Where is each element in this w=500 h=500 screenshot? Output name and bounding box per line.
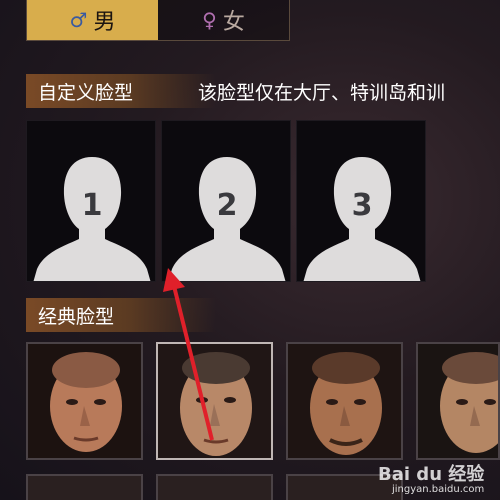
slot-number: 3 <box>352 188 373 223</box>
slot-number: 2 <box>217 188 238 223</box>
custom-face-note: 该脸型仅在大厅、特训岛和训 <box>198 82 446 104</box>
silhouette-icon: 3 <box>303 157 421 281</box>
female-icon: ♀ <box>202 8 217 32</box>
face-portrait <box>418 344 498 458</box>
tab-female[interactable]: ♀ 女 <box>158 0 289 40</box>
custom-face-slot-1[interactable]: 1 <box>26 120 156 282</box>
tab-male-label: 男 <box>93 10 116 35</box>
gender-tabs: ♂ 男 ♀ 女 <box>26 0 290 41</box>
classic-face-6[interactable] <box>156 474 273 500</box>
slot-number: 1 <box>82 188 103 223</box>
silhouette-icon: 1 <box>33 157 151 281</box>
watermark-url: jingyan.baidu.com <box>392 484 485 495</box>
custom-face-slot-3[interactable]: 3 <box>296 120 426 282</box>
custom-face-slot-2[interactable]: 2 <box>161 120 291 282</box>
classic-face-5[interactable] <box>26 474 143 500</box>
classic-face-3[interactable] <box>286 342 403 460</box>
male-icon: ♂ <box>69 8 88 32</box>
classic-face-2[interactable] <box>156 342 273 460</box>
classic-face-4[interactable] <box>416 342 500 460</box>
classic-face-header: 经典脸型 <box>26 298 216 332</box>
tab-male[interactable]: ♂ 男 <box>27 0 158 40</box>
face-portrait <box>158 344 271 458</box>
watermark-logo: Bai du 经验 <box>378 464 485 485</box>
silhouette-icon: 2 <box>168 157 286 281</box>
tab-female-label: 女 <box>222 10 245 35</box>
classic-face-1[interactable] <box>26 342 143 460</box>
face-portrait <box>288 344 401 458</box>
face-portrait <box>28 344 141 458</box>
custom-face-header: 自定义脸型 <box>26 74 216 108</box>
